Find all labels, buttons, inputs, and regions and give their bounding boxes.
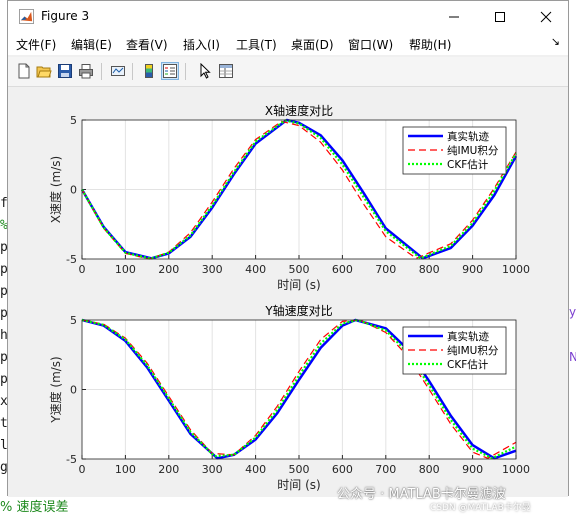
x-axis-label: 时间 (s) bbox=[277, 478, 320, 492]
figure-window: Figure 3 文件(F) 编辑(E) 查看(V) 插入(I) 工具(T) 桌… bbox=[7, 0, 569, 497]
background-comment-line: % 速度误差 bbox=[0, 500, 69, 515]
legend-label-3: CKF估计 bbox=[447, 158, 489, 171]
y-tick-label: 0 bbox=[70, 184, 77, 197]
new-figure-icon bbox=[18, 63, 30, 79]
x-tick-label: 300 bbox=[202, 463, 223, 476]
plot-area: 0 100 200 300 400 500 600 700 800 900 1000-505X轴速度… bbox=[48, 103, 530, 492]
link-plot-button[interactable] bbox=[109, 62, 127, 80]
y-tick-label: 5 bbox=[70, 314, 77, 327]
figure-toolbar bbox=[8, 57, 568, 87]
x-tick-label: 200 bbox=[158, 463, 179, 476]
x-tick-label: 900 bbox=[462, 263, 483, 276]
menu-insert[interactable]: 插入(I) bbox=[183, 36, 220, 53]
menu-file[interactable]: 文件(F) bbox=[16, 36, 56, 53]
minimize-button[interactable] bbox=[431, 1, 477, 32]
legend-label-1: 真实轨迹 bbox=[447, 130, 489, 143]
x-tick-label: 100 bbox=[115, 463, 136, 476]
x-tick-label: 200 bbox=[158, 263, 179, 276]
menu-tools[interactable]: 工具(T) bbox=[236, 36, 277, 53]
x-tick-label: 500 bbox=[289, 263, 310, 276]
open-file-icon bbox=[36, 66, 52, 78]
toolbar-separator bbox=[185, 63, 186, 80]
x-tick-label: 700 bbox=[375, 263, 396, 276]
close-icon bbox=[540, 11, 552, 22]
edit-plot-button[interactable] bbox=[196, 62, 214, 80]
toolbar-separator bbox=[101, 63, 102, 80]
x-tick-label: 400 bbox=[245, 263, 266, 276]
maximize-icon bbox=[495, 11, 505, 22]
legend-label-1: 真实轨迹 bbox=[447, 330, 489, 343]
close-button[interactable] bbox=[523, 1, 569, 32]
print-button[interactable] bbox=[77, 62, 95, 80]
chart-1: 0 100 200 300 400 500 600 700 800 900 1000-505X轴速度… bbox=[48, 103, 530, 292]
property-inspector-icon bbox=[219, 64, 233, 78]
maximize-button[interactable] bbox=[477, 1, 523, 32]
x-tick-label: 800 bbox=[419, 263, 440, 276]
toolbar-separator bbox=[132, 63, 133, 80]
insert-colorbar-icon bbox=[145, 64, 153, 78]
matlab-logo-icon bbox=[19, 9, 34, 24]
chart-title: X轴速度对比 bbox=[265, 103, 333, 118]
x-tick-label: 700 bbox=[375, 463, 396, 476]
x-tick-label: 1000 bbox=[502, 463, 530, 476]
legend-label-3: CKF估计 bbox=[447, 358, 489, 371]
minimize-icon bbox=[449, 16, 459, 17]
pointer-icon bbox=[200, 63, 211, 79]
chart-title: Y轴速度对比 bbox=[264, 303, 332, 318]
menu-window[interactable]: 窗口(W) bbox=[348, 36, 393, 53]
x-tick-label: 400 bbox=[245, 463, 266, 476]
insert-legend-button[interactable] bbox=[161, 62, 179, 80]
new-figure-button[interactable] bbox=[15, 62, 33, 80]
link-plot-icon bbox=[111, 66, 125, 76]
y-tick-label: 5 bbox=[70, 114, 77, 127]
insert-colorbar-button[interactable] bbox=[140, 62, 158, 80]
menu-edit[interactable]: 编辑(E) bbox=[71, 36, 112, 53]
menu-desktop[interactable]: 桌面(D) bbox=[291, 36, 334, 53]
y-tick-label: 0 bbox=[70, 384, 77, 397]
menu-help[interactable]: 帮助(H) bbox=[409, 36, 451, 53]
x-tick-label: 500 bbox=[289, 463, 310, 476]
figure-canvas: 0 100 200 300 400 500 600 700 800 900 1000 -5 0 5 X轴速度… bbox=[8, 87, 568, 497]
x-tick-label: 600 bbox=[332, 463, 353, 476]
title-bar: Figure 3 bbox=[8, 1, 568, 32]
x-tick-label: 0 bbox=[79, 263, 86, 276]
x-tick-label: 300 bbox=[202, 263, 223, 276]
menu-bar: 文件(F) 编辑(E) 查看(V) 插入(I) 工具(T) 桌面(D) 窗口(W… bbox=[8, 32, 568, 55]
open-file-button[interactable] bbox=[35, 62, 53, 80]
menu-view[interactable]: 查看(V) bbox=[126, 36, 168, 53]
background-editor-char: y bbox=[569, 305, 576, 319]
x-tick-label: 600 bbox=[332, 263, 353, 276]
y-axis-label: Y速度 (m/s) bbox=[48, 356, 63, 424]
x-tick-label: 1000 bbox=[502, 263, 530, 276]
y-axis-label: X速度 (m/s) bbox=[48, 156, 63, 223]
save-icon bbox=[58, 64, 72, 78]
x-tick-label: 0 bbox=[79, 463, 86, 476]
background-editor-char: N bbox=[569, 350, 576, 364]
dock-arrow-icon[interactable]: ↘ bbox=[551, 35, 560, 48]
x-tick-label: 100 bbox=[115, 263, 136, 276]
print-icon bbox=[79, 64, 93, 79]
insert-legend-icon bbox=[163, 64, 177, 78]
x-tick-label: 800 bbox=[419, 463, 440, 476]
legend-label-2: 纯IMU积分 bbox=[447, 144, 499, 157]
legend-label-2: 纯IMU积分 bbox=[447, 344, 499, 357]
y-tick-label: -5 bbox=[66, 253, 77, 266]
window-title: Figure 3 bbox=[41, 9, 90, 23]
chart-2: 0 100 200 300 400 500 600 700 800 900 1000-505Y轴速度… bbox=[48, 303, 530, 492]
watermark-subtext: CSDN @MATLAB卡尔曼 bbox=[430, 503, 531, 513]
x-tick-label: 900 bbox=[462, 463, 483, 476]
x-axis-label: 时间 (s) bbox=[277, 278, 320, 292]
property-inspector-button[interactable] bbox=[217, 62, 235, 80]
y-tick-label: -5 bbox=[66, 453, 77, 466]
save-button[interactable] bbox=[56, 62, 74, 80]
